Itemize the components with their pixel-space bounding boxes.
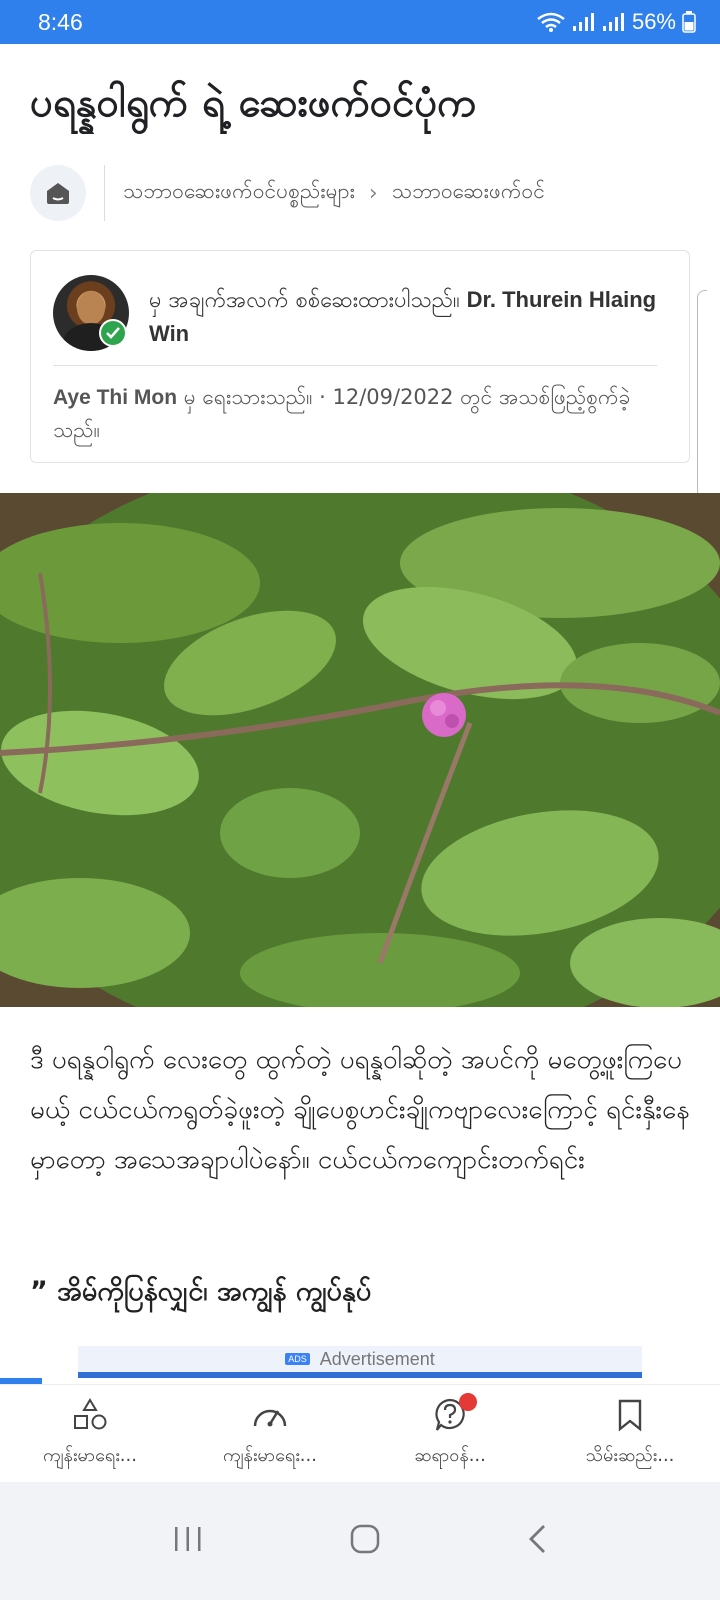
wifi-icon [537,12,565,32]
nav-item-health-tools[interactable]: ကျန်းမာရေး... [0,1385,180,1482]
home-circle-icon [350,1524,380,1554]
shapes-icon [72,1393,108,1437]
nav-item-ask-doctor[interactable]: ဆရာဝန်... [360,1385,540,1482]
battery-icon [682,11,696,33]
scroll-handle[interactable] [697,290,707,510]
status-time: 8:46 [38,8,83,35]
battery-percent: 56% [631,9,676,34]
verified-check-icon [99,319,127,347]
nav-item-health-calculators[interactable]: ကျန်းမာရေး... [180,1385,360,1482]
author-name[interactable]: Aye Thi Mon [53,386,177,409]
gauge-icon [251,1393,289,1437]
home-button[interactable] [30,165,86,221]
back-icon [528,1525,545,1553]
article-quote: ” အိမ်ကိုပြန်လျှင်၊ အကျွန် ကျွပ်နုပ် [30,1276,372,1307]
nav-label: ကျန်းမာရေး... [223,1445,317,1466]
bookmark-icon [616,1393,644,1437]
recent-apps-icon [175,1527,201,1551]
nav-label: ကျန်းမာရေး... [43,1445,137,1466]
breadcrumb-level2[interactable]: သဘာဝဆေးဖက်ဝင် [392,178,545,209]
home-nav-button[interactable] [349,1523,381,1559]
nav-label: ဆရာဝန်... [414,1445,486,1466]
article-body: ဒီ ပရန္နဝါရွက် လေးတွေ ထွက်တဲ့ ပရန္နဝါဆို… [30,1045,690,1175]
card-divider [53,365,657,366]
review-card: မှ အချက်အလက် စစ်ဆေးထားပါသည်။ Dr. Thurein… [30,250,690,463]
reviewer-text: မှ အချက်အလက် စစ်ဆေးထားပါသည်။ Dr. Thurein… [149,283,669,351]
hero-image [0,493,720,1007]
back-button[interactable] [526,1523,548,1559]
nav-label: သိမ်းဆည်း... [585,1445,675,1466]
recent-apps-button[interactable] [172,1524,204,1558]
plant-illustration [0,493,720,1007]
question-icon [433,1393,477,1437]
advertisement-banner[interactable]: ADS Advertisement [78,1346,642,1378]
signal-icon [572,13,594,31]
avatar-face [77,291,105,325]
breadcrumb-level1[interactable]: သဘာဝဆေးဖက်ဝင်ပစ္စည်းများ [123,178,355,209]
breadcrumb-divider [104,165,105,221]
author-byline: Aye Thi Mon မှ ရေးသားသည်။ · 12/09/2022 တ… [53,381,653,447]
advertisement-label: Advertisement [319,1348,435,1369]
status-icons: 56% [536,9,696,35]
breadcrumb: သဘာဝဆေးဖက်ဝင်ပစ္စည်းများ › သဘာဝဆေးဖက်ဝင် [30,164,700,222]
system-nav-bar [0,1482,720,1600]
chevron-right-icon: › [368,180,378,206]
home-icon [47,183,69,204]
nav-item-saved[interactable]: သိမ်းဆည်း... [540,1385,720,1482]
notification-dot [459,1393,477,1411]
page-title: ပရန္နဝါရွက် ရဲ့ ဆေးဖက်ဝင်ပုံက [30,80,477,126]
signal-icon-2 [602,13,624,31]
ads-badge-icon: ADS [285,1353,310,1365]
status-bar: 8:46 56% [0,0,720,44]
bottom-nav: ကျန်းမာရေး... ကျန်းမာရေး... ဆရာဝန်... သိ… [0,1384,720,1482]
reviewer-prefix: မှ အချက်အလက် စစ်ဆေးထားပါသည်။ [149,288,460,313]
